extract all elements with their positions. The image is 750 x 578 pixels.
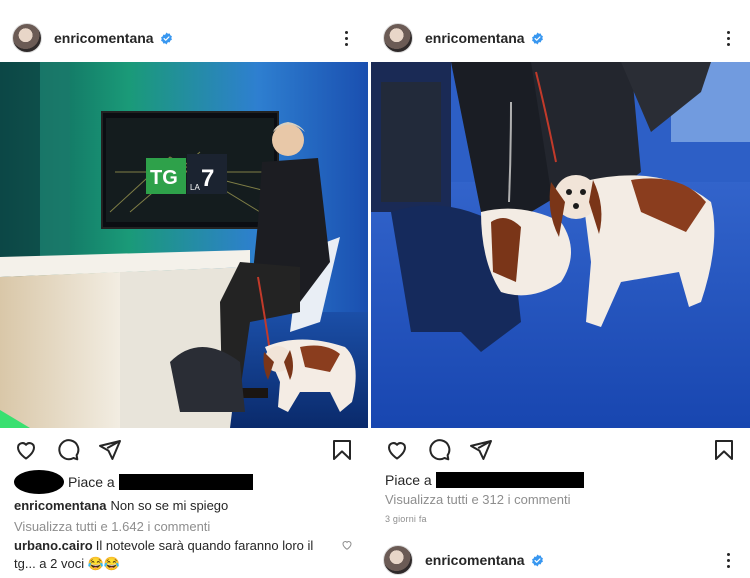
redacted-avatar: [14, 470, 64, 494]
comment-icon[interactable]: [427, 438, 451, 462]
comment-username[interactable]: urbano.cairo: [14, 538, 93, 553]
tv-logo-la: LA: [190, 183, 200, 192]
likes-prefix: Piace a: [385, 472, 432, 488]
paper-plane-icon[interactable]: [469, 438, 493, 462]
paper-plane-icon[interactable]: [98, 438, 122, 462]
likes-row[interactable]: Piace a: [385, 472, 584, 488]
next-post-header: enricomentana: [383, 542, 738, 578]
comment-emoji: 😂😂: [87, 556, 121, 571]
studio-photo: TG LA 7: [0, 62, 368, 428]
post-photo[interactable]: [371, 62, 750, 428]
caption-username[interactable]: enricomentana: [14, 498, 106, 513]
comment-icon[interactable]: [56, 438, 80, 462]
more-options-icon[interactable]: [718, 28, 738, 48]
dogs-photo: [371, 62, 750, 428]
view-all-comments[interactable]: Visualizza tutti e 1.642 i commenti: [14, 519, 210, 534]
view-all-comments[interactable]: Visualizza tutti e 312 i commenti: [385, 492, 570, 507]
more-options-icon[interactable]: [718, 550, 738, 570]
comment-item: urbano.cairo Il notevole sarà quando fara…: [14, 537, 324, 573]
caption-text: Non so se mi spiego: [110, 498, 229, 513]
username[interactable]: enricomentana: [54, 30, 154, 46]
tv-logo-tg: TG: [150, 167, 178, 189]
tv-logo-7: 7: [201, 165, 214, 192]
verified-badge-icon: [160, 32, 172, 44]
post-photo[interactable]: TG LA 7: [0, 62, 368, 428]
post-right: enricomentana Piace a Visualizza tutti e…: [371, 0, 750, 578]
post-actions: [14, 437, 354, 463]
post-time: 3 giorni fa: [385, 514, 427, 524]
post-actions: [385, 437, 736, 463]
redacted-name: [118, 474, 253, 490]
redacted-name: [435, 472, 584, 488]
avatar[interactable]: [383, 545, 413, 575]
post-header: enricomentana: [12, 20, 356, 56]
heart-icon[interactable]: [385, 438, 409, 462]
caption: enricomentana Non so se mi spiego: [14, 498, 228, 513]
bookmark-icon[interactable]: [330, 438, 354, 462]
username[interactable]: enricomentana: [425, 552, 525, 568]
post-left: enricomentana TG LA 7 Piace a enricoment…: [0, 0, 368, 578]
heart-icon[interactable]: [14, 438, 38, 462]
verified-badge-icon: [531, 554, 543, 566]
username[interactable]: enricomentana: [425, 30, 525, 46]
likes-row[interactable]: Piace a: [68, 474, 253, 490]
more-options-icon[interactable]: [336, 28, 356, 48]
comment-like-icon[interactable]: [341, 539, 353, 551]
verified-badge-icon: [531, 32, 543, 44]
avatar[interactable]: [383, 23, 413, 53]
bookmark-icon[interactable]: [712, 438, 736, 462]
post-header: enricomentana: [383, 20, 738, 56]
likes-prefix: Piace a: [68, 474, 115, 490]
avatar[interactable]: [12, 23, 42, 53]
